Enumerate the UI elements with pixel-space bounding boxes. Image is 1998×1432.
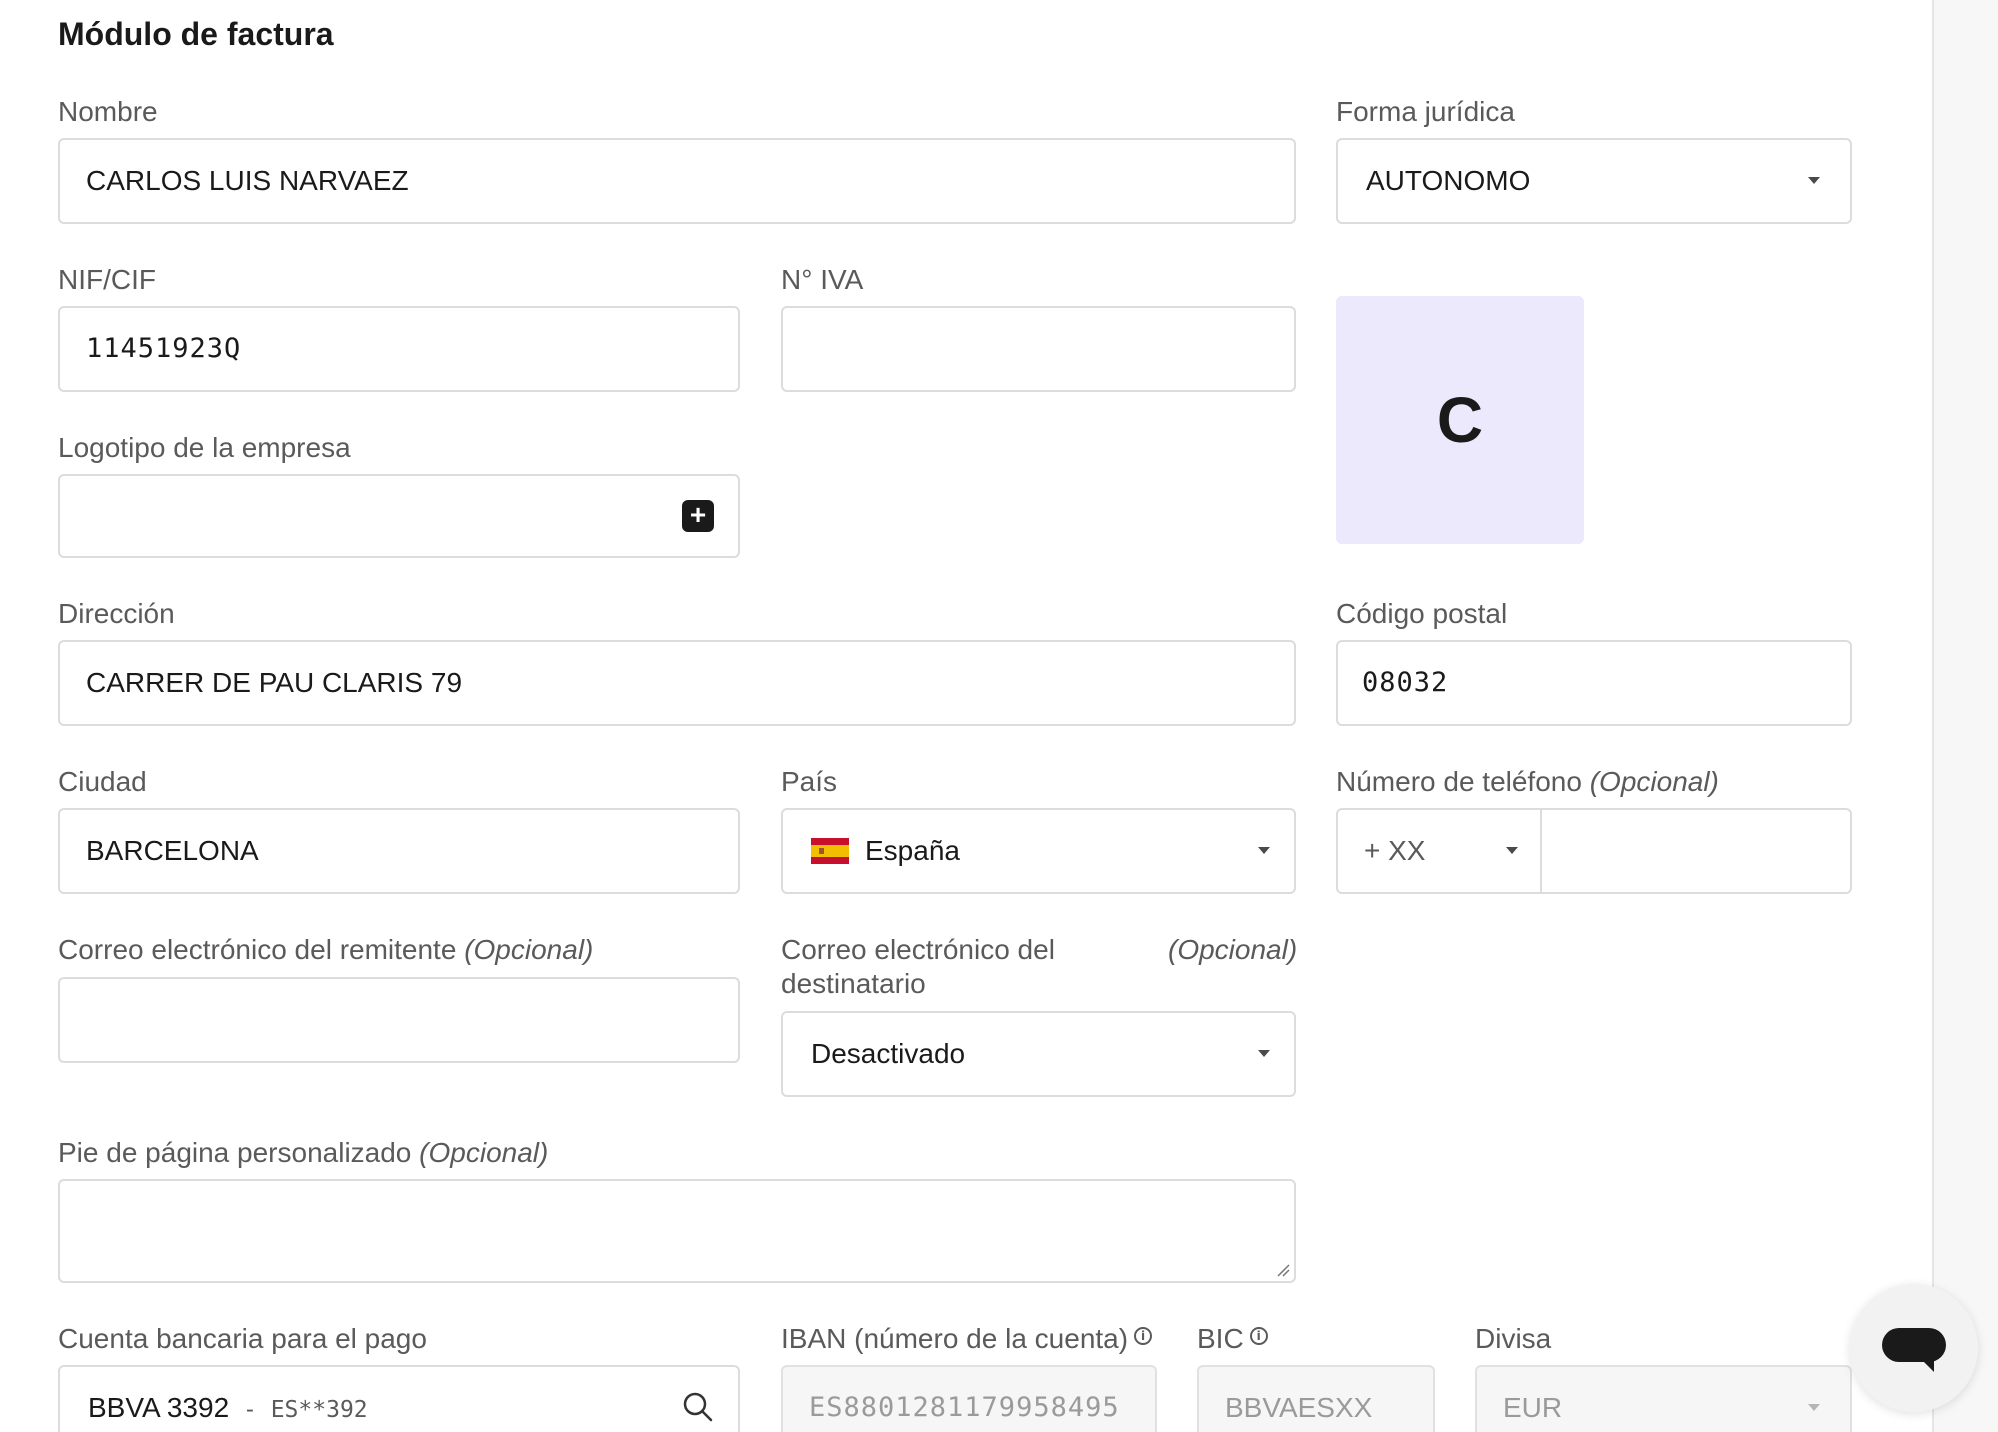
correo-destinatario-select[interactable]: Desactivado: [781, 1011, 1296, 1097]
direccion-value: CARRER DE PAU CLARIS 79: [86, 667, 463, 698]
iva-label: N° IVA: [781, 264, 864, 295]
pais-value: España: [865, 835, 960, 866]
cuenta-bancaria-sep: -: [229, 1397, 271, 1423]
telefono-label-text: Número de teléfono: [1336, 766, 1582, 797]
iva-input[interactable]: [781, 306, 1296, 392]
correo-destinatario-value: Desactivado: [811, 1038, 966, 1069]
pie-pagina-label-text: Pie de página personalizado: [58, 1137, 412, 1168]
cuenta-bancaria-sub: ES**392: [270, 1397, 368, 1423]
forma-juridica-value: AUTONOMO: [1366, 165, 1531, 196]
bic-label: BIC i: [1197, 1322, 1268, 1356]
correo-destinatario-label-line1: Correo electrónico del: [781, 934, 1055, 965]
divisa-value: EUR: [1503, 1392, 1563, 1423]
correo-destinatario-label-line2: destinatario: [781, 968, 926, 999]
ciudad-value: BARCELONA: [86, 835, 259, 866]
chevron-down-icon: [1808, 1404, 1820, 1411]
chat-icon-tail: [1920, 1358, 1934, 1372]
nif-value: 11451923Q: [86, 333, 242, 364]
ciudad-input[interactable]: BARCELONA: [58, 808, 740, 894]
divisa-select: EUR: [1475, 1365, 1852, 1432]
add-logo-button[interactable]: +: [682, 500, 714, 532]
chevron-down-icon: [1506, 847, 1518, 854]
cuenta-bancaria-value: BBVA 3392 - ES**392: [88, 1367, 368, 1432]
iban-input: ES8801281179958495: [781, 1365, 1157, 1432]
correo-remitente-input[interactable]: [58, 977, 740, 1063]
nombre-value: CARLOS LUIS NARVAEZ: [86, 165, 409, 196]
info-icon[interactable]: i: [1249, 1327, 1268, 1345]
nombre-input[interactable]: CARLOS LUIS NARVAEZ: [58, 138, 1296, 224]
iban-value: ES8801281179958495: [809, 1392, 1120, 1423]
direccion-label: Dirección: [58, 598, 175, 629]
ciudad-label: Ciudad: [58, 766, 147, 797]
pais-label: País: [781, 766, 838, 797]
logo-upload-field[interactable]: +: [58, 474, 740, 558]
bic-label-text: BIC: [1197, 1323, 1244, 1354]
correo-remitente-label-text: Correo electrónico del remitente: [58, 934, 457, 965]
phone-prefix-select[interactable]: + XX: [1364, 810, 1425, 892]
spain-flag-icon: [811, 838, 849, 864]
chevron-down-icon: [1258, 1050, 1270, 1057]
cuenta-bancaria-label: Cuenta bancaria para el pago: [58, 1323, 427, 1354]
chat-button[interactable]: [1850, 1284, 1978, 1412]
divisa-label: Divisa: [1475, 1323, 1552, 1354]
cuenta-bancaria-main: BBVA 3392: [88, 1392, 230, 1423]
pie-pagina-textarea[interactable]: [58, 1179, 1296, 1283]
search-icon[interactable]: [682, 1391, 714, 1423]
forma-juridica-label: Forma jurídica: [1336, 96, 1515, 127]
logo-preview-letter: C: [1436, 384, 1484, 456]
bic-value: BBVAESXX: [1225, 1392, 1373, 1423]
resize-handle-icon[interactable]: [1276, 1263, 1290, 1277]
correo-destinatario-optional: (Opcional): [1168, 934, 1298, 965]
forma-juridica-select[interactable]: AUTONOMO: [1336, 138, 1852, 224]
codigo-postal-input[interactable]: 08032: [1336, 640, 1852, 726]
page-title: Módulo de factura: [58, 16, 334, 52]
right-panel-edge: [1932, 0, 1998, 1432]
chevron-down-icon: [1808, 177, 1820, 184]
pie-pagina-optional: (Opcional): [419, 1137, 549, 1168]
divider: [1540, 810, 1542, 892]
logo-preview: C: [1336, 296, 1584, 544]
correo-destinatario-optional-wrap: (Opcional): [1168, 933, 1297, 967]
codigo-postal-label: Código postal: [1336, 598, 1508, 629]
correo-remitente-label: Correo electrónico del remitente (Opcion…: [58, 933, 593, 967]
nif-label: NIF/CIF: [58, 264, 156, 295]
pais-select[interactable]: España: [781, 808, 1296, 894]
chevron-down-icon: [1258, 847, 1270, 854]
telefono-field: + XX: [1336, 808, 1852, 894]
iban-label-text: IBAN (número de la cuenta): [781, 1323, 1129, 1354]
nif-input[interactable]: 11451923Q: [58, 306, 740, 392]
cuenta-bancaria-select[interactable]: BBVA 3392 - ES**392: [58, 1365, 740, 1432]
telefono-label: Número de teléfono (Opcional): [1336, 765, 1719, 799]
bic-input: BBVAESXX: [1197, 1365, 1435, 1432]
correo-remitente-optional: (Opcional): [464, 934, 594, 965]
logo-label: Logotipo de la empresa: [58, 432, 351, 463]
info-icon[interactable]: i: [1134, 1327, 1153, 1345]
nombre-label: Nombre: [58, 96, 158, 127]
iban-label: IBAN (número de la cuenta) i: [781, 1322, 1153, 1356]
codigo-postal-value: 08032: [1362, 667, 1449, 698]
direccion-input[interactable]: CARRER DE PAU CLARIS 79: [58, 640, 1296, 726]
chat-icon: [1882, 1328, 1946, 1362]
pie-pagina-label: Pie de página personalizado (Opcional): [58, 1136, 548, 1170]
telefono-optional: (Opcional): [1589, 766, 1719, 797]
